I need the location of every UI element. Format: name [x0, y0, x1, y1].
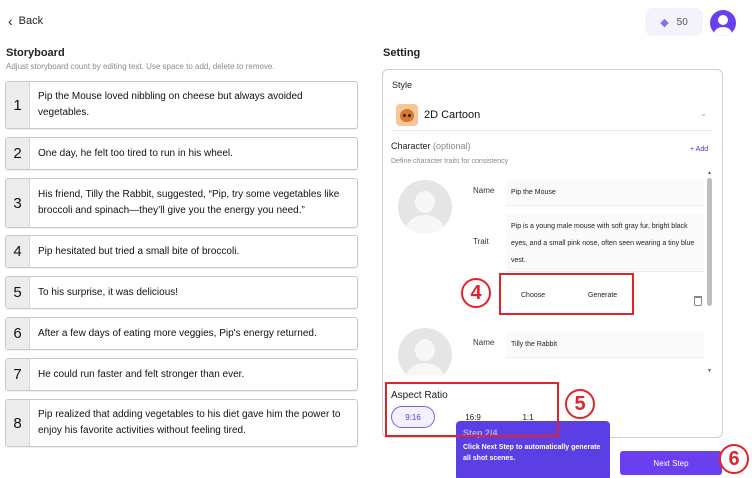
annotation-number-6: 6	[719, 444, 749, 474]
cartoon-fox-thumbnail	[396, 103, 418, 126]
character-label: Character (optional)	[391, 141, 471, 151]
avatar-head	[718, 15, 728, 25]
character-trait-textarea[interactable]: Pip is a young male mouse with soft gray…	[506, 214, 704, 272]
scene-row[interactable]: 6 After a few days of eating more veggie…	[5, 317, 358, 350]
scene-text[interactable]: To his surprise, it was delicious!	[30, 277, 186, 308]
character-avatar-placeholder	[398, 180, 452, 234]
scene-number: 1	[6, 82, 30, 128]
tooltip-text: Click Next Step to automatically generat…	[463, 444, 601, 462]
back-button[interactable]: ‹ Back	[8, 14, 43, 28]
storyboard-subtitle: Adjust storyboard count by editing text.…	[6, 62, 275, 71]
storyboard-title: Storyboard	[6, 47, 65, 59]
scene-row[interactable]: 5 To his surprise, it was delicious!	[5, 276, 358, 309]
scene-number: 6	[6, 318, 30, 349]
trash-icon[interactable]	[694, 296, 702, 306]
scene-row[interactable]: 2 One day, he felt too tired to run in h…	[5, 137, 358, 170]
scene-number: 5	[6, 277, 30, 308]
character-optional: (optional)	[433, 141, 471, 151]
annotation-number-4: 4	[461, 278, 491, 308]
character-avatar-placeholder	[398, 328, 452, 375]
scene-row[interactable]: 3 His friend, Tilly the Rabbit, suggeste…	[5, 178, 358, 228]
credits-badge[interactable]: ◆ 50	[645, 8, 703, 36]
add-character-button[interactable]: + Add	[690, 146, 708, 153]
back-label: Back	[18, 15, 44, 27]
character-name-input[interactable]: Tilly the Rabbit	[506, 332, 704, 358]
scene-text[interactable]: His friend, Tilly the Rabbit, suggested,…	[30, 179, 357, 227]
annotation-box-5	[385, 382, 559, 437]
scene-text[interactable]: Pip realized that adding vegetables to h…	[30, 400, 357, 446]
chevron-left-icon: ‹	[8, 13, 13, 29]
character-label-text: Character	[391, 141, 431, 151]
scene-row[interactable]: 4 Pip hesitated but tried a small bite o…	[5, 235, 358, 268]
chevron-down-icon: ⌄	[700, 109, 707, 118]
scene-text[interactable]: Pip hesitated but tried a small bite of …	[30, 236, 247, 267]
scene-text[interactable]: After a few days of eating more veggies,…	[30, 318, 325, 349]
scene-row[interactable]: 8 Pip realized that adding vegetables to…	[5, 399, 358, 447]
scene-number: 3	[6, 179, 30, 227]
name-label: Name	[473, 338, 495, 347]
credits-count: 50	[676, 16, 688, 28]
style-value: 2D Cartoon	[424, 108, 481, 121]
scrollbar-thumb[interactable]	[707, 178, 712, 306]
scene-text[interactable]: Pip the Mouse loved nibbling on cheese b…	[30, 82, 357, 128]
annotation-number-5: 5	[565, 389, 595, 419]
name-label: Name	[473, 186, 495, 195]
setting-title: Setting	[383, 47, 421, 59]
diamond-icon: ◆	[660, 16, 669, 29]
scene-number: 7	[6, 359, 30, 390]
trait-label: Trait	[473, 237, 489, 246]
scroll-up-icon[interactable]: ▲	[707, 170, 712, 176]
scene-row[interactable]: 1 Pip the Mouse loved nibbling on cheese…	[5, 81, 358, 129]
scene-number: 4	[6, 236, 30, 267]
character-subtitle: Define character traits for consistency	[391, 158, 509, 165]
user-avatar[interactable]	[710, 10, 736, 36]
scene-number: 2	[6, 138, 30, 169]
style-dropdown[interactable]: 2D Cartoon ⌄	[391, 99, 713, 131]
scene-number: 8	[6, 400, 30, 446]
scene-row[interactable]: 7 He could run faster and felt stronger …	[5, 358, 358, 391]
style-label: Style	[392, 80, 413, 90]
scroll-down-icon[interactable]: ▼	[707, 368, 712, 374]
annotation-box-4	[499, 273, 634, 315]
scene-text[interactable]: He could run faster and felt stronger th…	[30, 359, 252, 390]
next-step-button[interactable]: Next Step	[620, 451, 722, 475]
avatar-body	[714, 27, 732, 36]
character-name-input[interactable]: Pip the Mouse	[506, 180, 704, 206]
scene-text[interactable]: One day, he felt too tired to run in his…	[30, 138, 241, 169]
